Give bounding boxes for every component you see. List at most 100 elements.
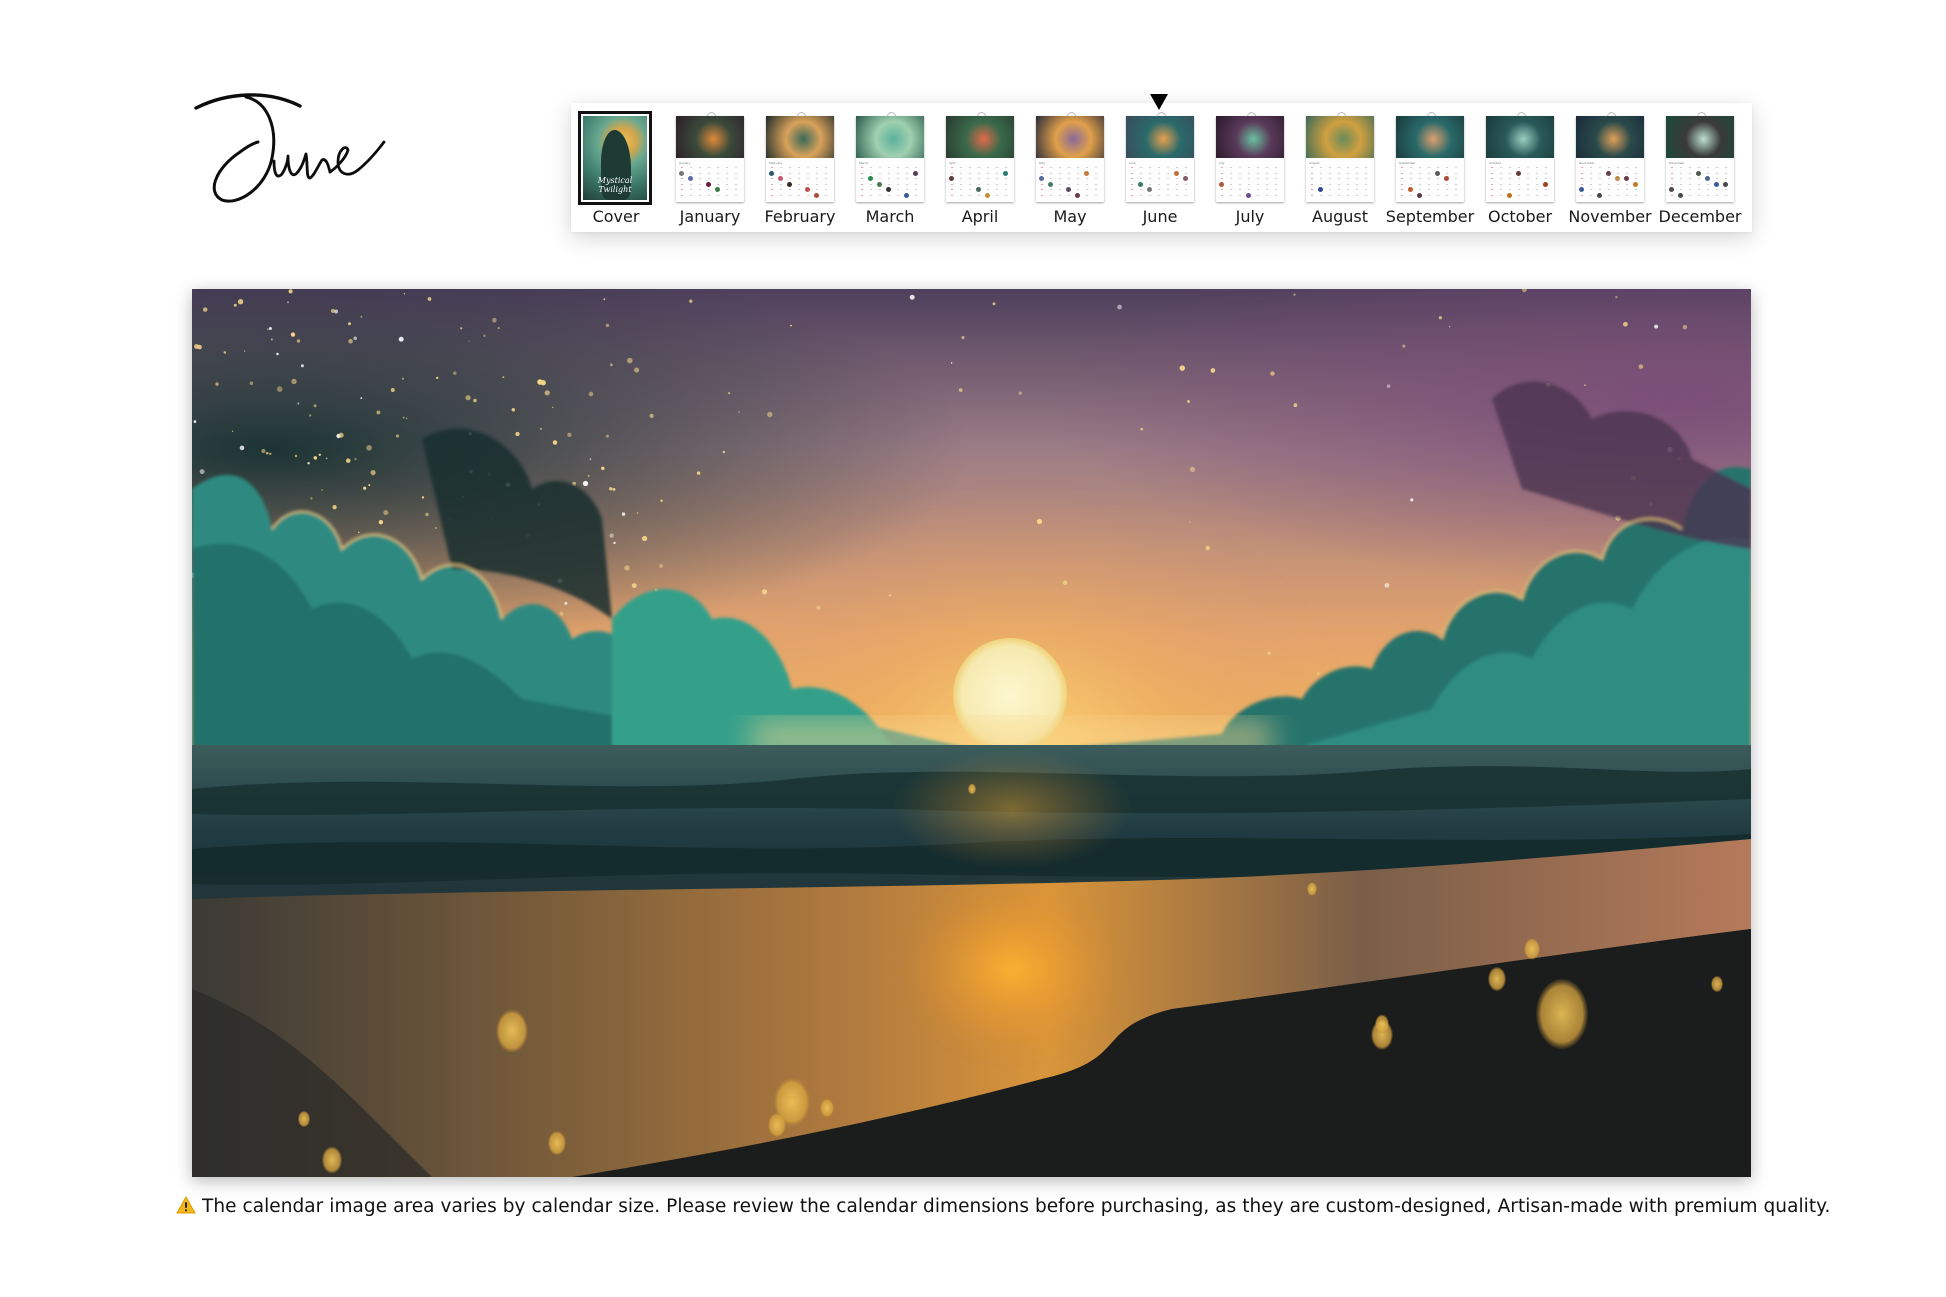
event-marker [706, 181, 711, 187]
star [1402, 344, 1406, 348]
star [1205, 545, 1210, 551]
star [609, 533, 614, 538]
star [738, 411, 740, 413]
bokeh-light [548, 1130, 566, 1156]
star [291, 378, 297, 385]
star [370, 470, 376, 476]
thumbnail-march[interactable]: March March [845, 103, 935, 232]
star [265, 451, 269, 455]
grid-month-name: November [1579, 161, 1595, 165]
star [1583, 384, 1586, 387]
selected-month-indicator-arrow [1150, 94, 1168, 110]
star [1384, 582, 1390, 588]
bokeh-light [322, 1146, 342, 1174]
bokeh-light [820, 1098, 834, 1118]
star [636, 512, 639, 514]
star [347, 322, 352, 326]
star [603, 298, 606, 301]
thumbnail-october[interactable]: October October [1475, 103, 1565, 232]
star [434, 526, 437, 530]
star [403, 293, 405, 295]
star [961, 336, 965, 340]
thumbnail-may[interactable]: May May [1025, 103, 1115, 232]
star [269, 452, 272, 455]
event-marker [1435, 170, 1440, 176]
calendar-grid: March [859, 161, 921, 199]
thumbnail-april[interactable]: April April [935, 103, 1025, 232]
thumbnail-september[interactable]: September September [1385, 103, 1475, 232]
event-marker [805, 187, 810, 192]
grid-month-name: April [949, 161, 956, 165]
star [492, 317, 497, 323]
star [1448, 326, 1451, 328]
star [621, 512, 626, 516]
event-marker [886, 187, 891, 192]
thumbnail-january[interactable]: January January [665, 103, 755, 232]
star [1615, 295, 1618, 299]
thumbnail-cover[interactable]: Mystical Twilight Cover [571, 103, 661, 232]
month-art [1486, 116, 1554, 158]
thumbnail-july[interactable]: July July [1205, 103, 1295, 232]
star [511, 408, 516, 412]
event-marker [1705, 176, 1710, 181]
star [194, 344, 199, 349]
month-thumbnail-image: August [1306, 112, 1374, 202]
calendar-size-notice: The calendar image area varies by calend… [176, 1196, 1830, 1217]
star [313, 404, 317, 408]
calendar-grid: May [1039, 161, 1101, 199]
month-thumbnail-image: July [1216, 112, 1284, 202]
star [358, 531, 360, 534]
thumbnail-august[interactable]: August August [1295, 103, 1385, 232]
sun-reflection-sand [902, 879, 1122, 1059]
star [515, 431, 520, 437]
star [473, 398, 477, 403]
star [266, 328, 269, 331]
event-marker [1039, 176, 1044, 181]
event-marker [1183, 176, 1188, 181]
grid-month-name: October [1489, 161, 1502, 165]
star [318, 453, 322, 457]
star [659, 563, 664, 568]
star [1062, 580, 1068, 586]
star [888, 594, 892, 597]
event-marker [778, 176, 783, 181]
star [539, 427, 543, 430]
star [436, 376, 439, 380]
star [992, 302, 996, 306]
star [589, 458, 592, 461]
calendar-grid: November [1579, 161, 1641, 199]
event-marker [1318, 187, 1323, 192]
star [627, 357, 633, 364]
grid-month-name: March [859, 161, 869, 165]
event-marker [1516, 170, 1521, 176]
event-marker [1147, 187, 1152, 192]
month-art [1396, 116, 1464, 158]
star [276, 352, 279, 356]
event-marker [1624, 176, 1629, 181]
star [401, 377, 405, 380]
thumbnail-december[interactable]: December December [1655, 103, 1745, 232]
star [425, 512, 429, 517]
star [270, 338, 273, 341]
thumbnail-february[interactable]: February February [755, 103, 845, 232]
thumbnail-june[interactable]: June June [1115, 103, 1205, 232]
month-thumbnail-image: October [1486, 112, 1554, 202]
event-marker [1084, 170, 1089, 176]
calendar-grid: October [1489, 161, 1551, 199]
star [1682, 324, 1688, 330]
event-marker [679, 170, 684, 176]
star [727, 391, 731, 395]
star [421, 496, 425, 499]
calendar-grid: February [769, 161, 831, 199]
event-marker [814, 192, 819, 198]
star [1410, 498, 1414, 502]
star [958, 388, 963, 392]
grid-month-name: December [1669, 161, 1685, 165]
thumbnail-november[interactable]: November November [1565, 103, 1655, 232]
month-thumbnail-image: January [676, 112, 744, 202]
grid-month-name: February [769, 161, 783, 165]
star [601, 466, 605, 471]
star [402, 416, 405, 419]
star [761, 589, 768, 595]
star [1638, 364, 1644, 369]
